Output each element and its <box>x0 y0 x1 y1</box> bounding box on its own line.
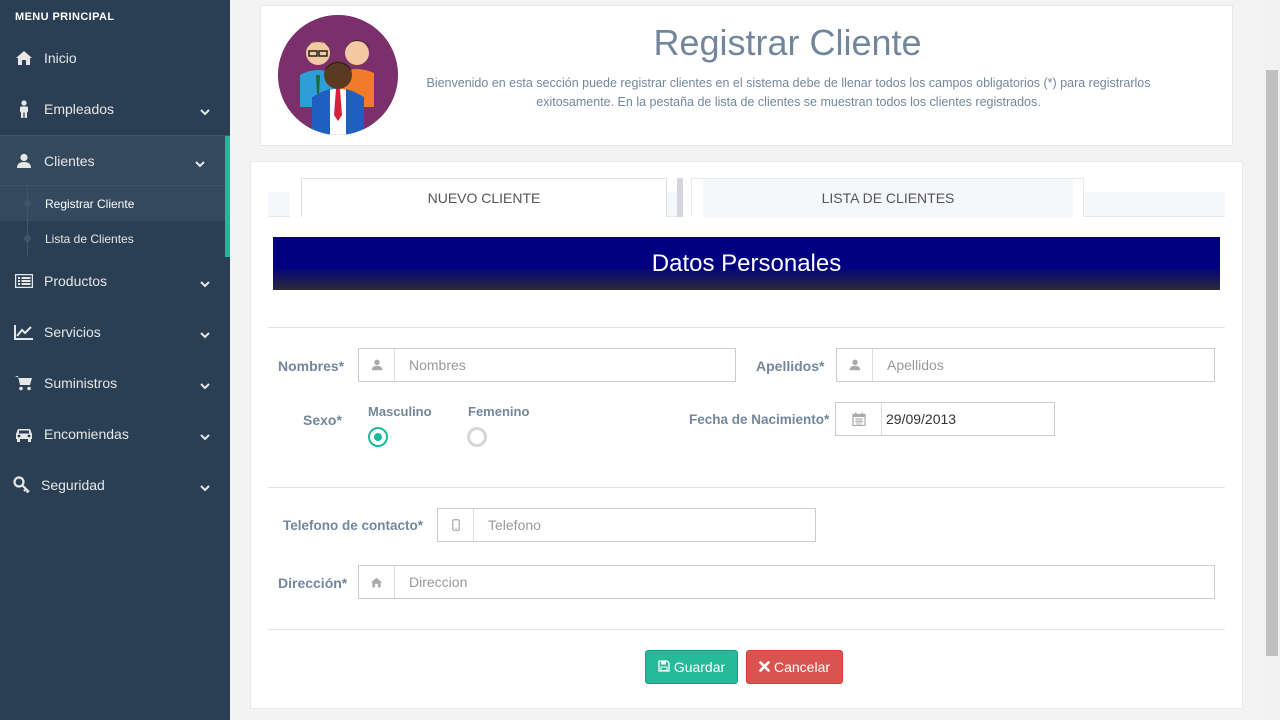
nombres-field <box>358 348 736 382</box>
tab-label: LISTA DE CLIENTES <box>821 189 955 206</box>
chevron-down-icon <box>195 156 205 167</box>
user-icon <box>359 349 395 381</box>
direccion-input[interactable] <box>409 566 1199 598</box>
chevron-down-icon <box>200 104 210 115</box>
tab-label: NUEVO CLIENTE <box>427 190 541 206</box>
car-icon <box>14 425 34 443</box>
tab-inner: LISTA DE CLIENTES <box>703 179 1073 218</box>
sidebar-item-label: Empleados <box>44 100 115 117</box>
tab-lista-clientes[interactable]: LISTA DE CLIENTES <box>691 178 1084 218</box>
line-chart-icon <box>14 323 34 341</box>
sidebar-item-empleados[interactable]: Empleados <box>0 83 230 134</box>
cancel-button[interactable]: Cancelar <box>746 650 843 684</box>
person-icon <box>14 99 34 118</box>
apellidos-input[interactable] <box>887 349 1207 381</box>
sidebar: MENU PRINCIPAL Inicio Empleados Clientes… <box>0 0 230 720</box>
femenino-label: Femenino <box>468 404 530 419</box>
menu-title: MENU PRINCIPAL <box>15 11 115 23</box>
user-icon <box>837 349 873 381</box>
clients-avatar-image <box>278 15 398 135</box>
tab-spacer <box>683 178 691 217</box>
sidebar-item-label: Inicio <box>44 49 77 66</box>
sidebar-item-label: Seguridad <box>41 476 105 493</box>
divider <box>268 487 1225 488</box>
nombres-label: Nombres* <box>278 358 345 374</box>
sidebar-item-label: Clientes <box>44 152 95 169</box>
sidebar-item-label: Suministros <box>44 374 118 391</box>
apellidos-field <box>836 348 1215 382</box>
scrollbar-thumb[interactable] <box>1266 70 1278 656</box>
chevron-down-icon <box>200 327 210 338</box>
femenino-radio[interactable] <box>467 427 487 447</box>
sidebar-item-label: Encomiendas <box>44 425 129 442</box>
save-label: Guardar <box>673 659 726 675</box>
direccion-label: Dirección* <box>278 575 348 591</box>
key-icon <box>12 475 32 494</box>
sidebar-item-suministros[interactable]: Suministros <box>0 357 230 408</box>
submenu-dot <box>24 200 31 207</box>
sidebar-item-label: Servicios <box>44 323 101 340</box>
masculino-radio[interactable] <box>368 427 388 447</box>
close-icon <box>759 659 770 675</box>
sidebar-item-servicios[interactable]: Servicios <box>0 306 230 357</box>
cancel-label: Cancelar <box>773 659 831 675</box>
mobile-phone-icon <box>438 509 474 541</box>
chevron-down-icon <box>200 429 210 440</box>
sidebar-item-encomiendas[interactable]: Encomiendas <box>0 408 230 459</box>
list-icon <box>14 272 34 290</box>
calendar-icon <box>836 403 882 435</box>
tab-spacer <box>290 178 301 217</box>
tab-nuevo-cliente[interactable]: NUEVO CLIENTE <box>301 178 667 217</box>
submenu-line <box>27 186 28 257</box>
intro-text: Bienvenido en esta sección puede registr… <box>426 76 1151 109</box>
telefono-field <box>437 508 816 542</box>
nombres-input[interactable] <box>409 349 729 381</box>
home-icon <box>359 566 395 598</box>
chevron-down-icon <box>200 276 210 287</box>
fecha-input[interactable] <box>886 403 1046 435</box>
divider <box>268 327 1225 328</box>
sidebar-item-label: Productos <box>44 272 108 289</box>
fecha-label: Fecha de Nacimiento* <box>689 412 830 427</box>
page-title: Registrar Cliente <box>653 22 922 63</box>
sidebar-item-seguridad[interactable]: Seguridad <box>0 459 230 510</box>
masculino-label: Masculino <box>368 404 432 419</box>
sidebar-item-inicio[interactable]: Inicio <box>0 32 230 83</box>
home-icon <box>14 49 34 67</box>
save-button[interactable]: Guardar <box>645 650 738 684</box>
fecha-field <box>835 402 1055 436</box>
telefono-label: Telefono de contacto* <box>283 518 424 533</box>
sidebar-item-productos[interactable]: Productos <box>0 255 230 306</box>
section-banner: Datos Personales <box>273 237 1220 290</box>
sidebar-item-clientes[interactable]: Clientes <box>0 135 230 186</box>
chevron-down-icon <box>200 378 210 389</box>
chevron-down-icon <box>200 480 210 491</box>
active-indicator <box>225 136 230 257</box>
user-icon <box>14 152 34 170</box>
sexo-label: Sexo* <box>303 412 342 428</box>
section-title: Datos Personales <box>651 249 842 277</box>
submenu-item-lista-clientes[interactable]: Lista de Clientes <box>0 221 225 256</box>
floppy-disk-icon <box>658 659 670 675</box>
direccion-field <box>358 565 1215 599</box>
submenu-item-registrar-cliente[interactable]: Registrar Cliente <box>0 186 225 221</box>
clientes-submenu: Registrar Cliente Lista de Clientes <box>0 186 225 257</box>
submenu-dot <box>24 235 31 242</box>
cart-icon <box>14 374 34 392</box>
apellidos-label: Apellidos* <box>756 358 825 374</box>
divider <box>268 629 1225 630</box>
telefono-input[interactable] <box>488 509 808 541</box>
